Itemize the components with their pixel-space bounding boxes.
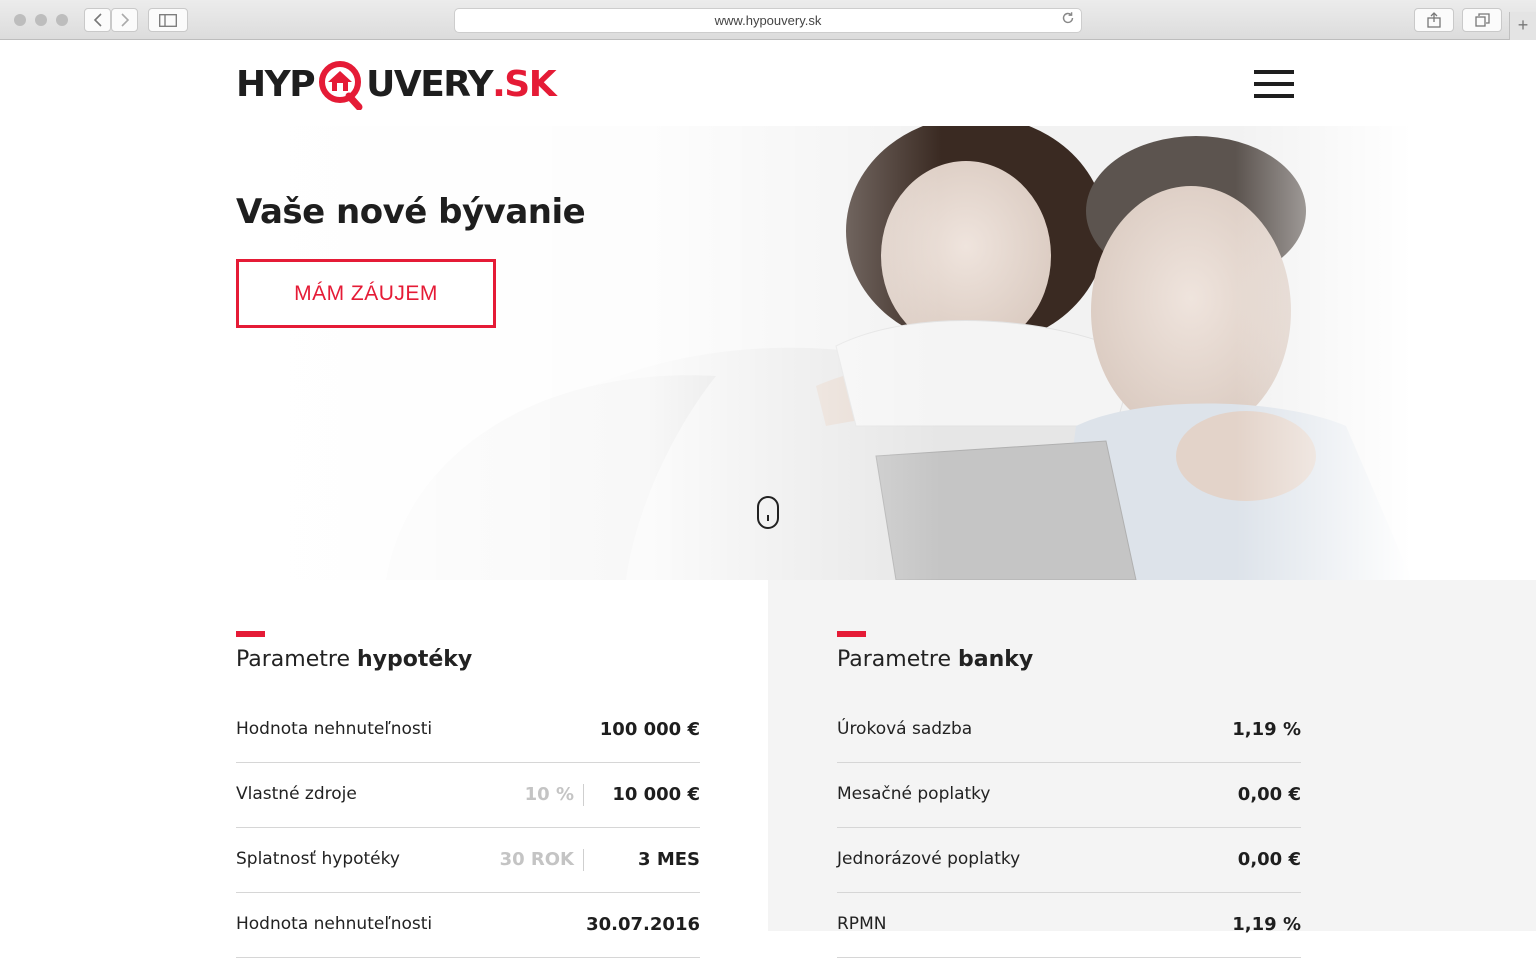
back-button[interactable]	[84, 8, 111, 32]
param-row-date[interactable]: Hodnota nehnuteľnosti 30.07.2016	[236, 892, 700, 958]
bank-row-rpmn[interactable]: RPMN 1,19 %	[837, 892, 1301, 958]
section-accent-bar	[236, 631, 265, 637]
param-row-maturity[interactable]: Splatnosť hypotéky 30 ROK 3 MES	[236, 827, 700, 893]
param-value: 30.07.2016	[586, 914, 700, 935]
logo-house-icon	[315, 58, 365, 111]
address-bar[interactable]: www.hypouvery.sk	[454, 8, 1082, 33]
zoom-window-icon[interactable]	[56, 14, 68, 26]
forward-button[interactable]	[111, 8, 138, 32]
param-value: 0,00 €	[1237, 784, 1301, 805]
mouse-scroll-icon[interactable]	[757, 496, 779, 529]
menu-button[interactable]	[1254, 70, 1294, 98]
sidebar-button[interactable]	[148, 8, 188, 32]
share-button[interactable]	[1414, 8, 1454, 32]
section-title: Parametre hypotéky	[236, 647, 473, 672]
param-percentage[interactable]: 10 %	[525, 762, 582, 827]
section-title: Parametre banky	[837, 647, 1034, 672]
param-row-own-funds[interactable]: Vlastné zdroje 10 % 10 000 €	[236, 762, 700, 828]
interest-button[interactable]: MÁM ZÁUJEM	[236, 259, 496, 328]
param-value: 0,00 €	[1237, 849, 1301, 870]
chevron-left-icon	[93, 13, 102, 27]
param-label: Jednorázové poplatky	[837, 849, 1021, 869]
param-label: Splatnosť hypotéky	[236, 849, 400, 869]
param-value: 1,19 %	[1232, 719, 1301, 740]
param-label: Vlastné zdroje	[236, 784, 357, 804]
url-text: www.hypouvery.sk	[714, 13, 822, 28]
bank-row-monthly-fees[interactable]: Mesačné poplatky 0,00 €	[837, 762, 1301, 828]
divider	[583, 849, 584, 871]
param-years[interactable]: 30 ROK	[500, 827, 582, 892]
bank-row-interest-rate[interactable]: Úroková sadzba 1,19 %	[837, 697, 1301, 763]
reload-icon[interactable]	[1061, 9, 1075, 32]
hero-title: Vaše nové bývanie	[236, 192, 586, 232]
logo-text-right: UVERY	[366, 63, 494, 105]
tabs-overview-button[interactable]	[1462, 8, 1502, 32]
tabs-icon	[1474, 13, 1490, 27]
hamburger-icon	[1254, 70, 1294, 74]
param-value: 3 MES	[638, 849, 700, 870]
param-label: Mesačné poplatky	[837, 784, 991, 804]
bank-row-one-time-fees[interactable]: Jednorázové poplatky 0,00 €	[837, 827, 1301, 893]
hamburger-icon-line	[1254, 94, 1294, 98]
close-window-icon[interactable]	[14, 14, 26, 26]
site-logo[interactable]: HYP UVERY .SK	[236, 58, 557, 111]
browser-toolbar: www.hypouvery.sk +	[0, 0, 1536, 40]
param-value: 100 000 €	[599, 719, 700, 740]
param-label: Úroková sadzba	[837, 719, 973, 739]
section-accent-bar	[837, 631, 866, 637]
param-label: RPMN	[837, 914, 887, 934]
sidebar-icon	[159, 13, 177, 27]
chevron-right-icon	[120, 13, 129, 27]
param-value: 1,19 %	[1232, 914, 1301, 935]
param-label: Hodnota nehnuteľnosti	[236, 914, 433, 934]
hamburger-icon-line	[1254, 82, 1294, 86]
share-icon	[1427, 12, 1441, 28]
logo-text-left: HYP	[236, 63, 316, 105]
new-tab-button[interactable]: +	[1509, 12, 1536, 40]
logo-text-suffix: .SK	[492, 63, 557, 105]
param-row-property-value[interactable]: Hodnota nehnuteľnosti 100 000 €	[236, 697, 700, 763]
divider	[583, 784, 584, 806]
param-label: Hodnota nehnuteľnosti	[236, 719, 433, 739]
minimize-window-icon[interactable]	[35, 14, 47, 26]
param-value: 10 000 €	[612, 784, 700, 805]
